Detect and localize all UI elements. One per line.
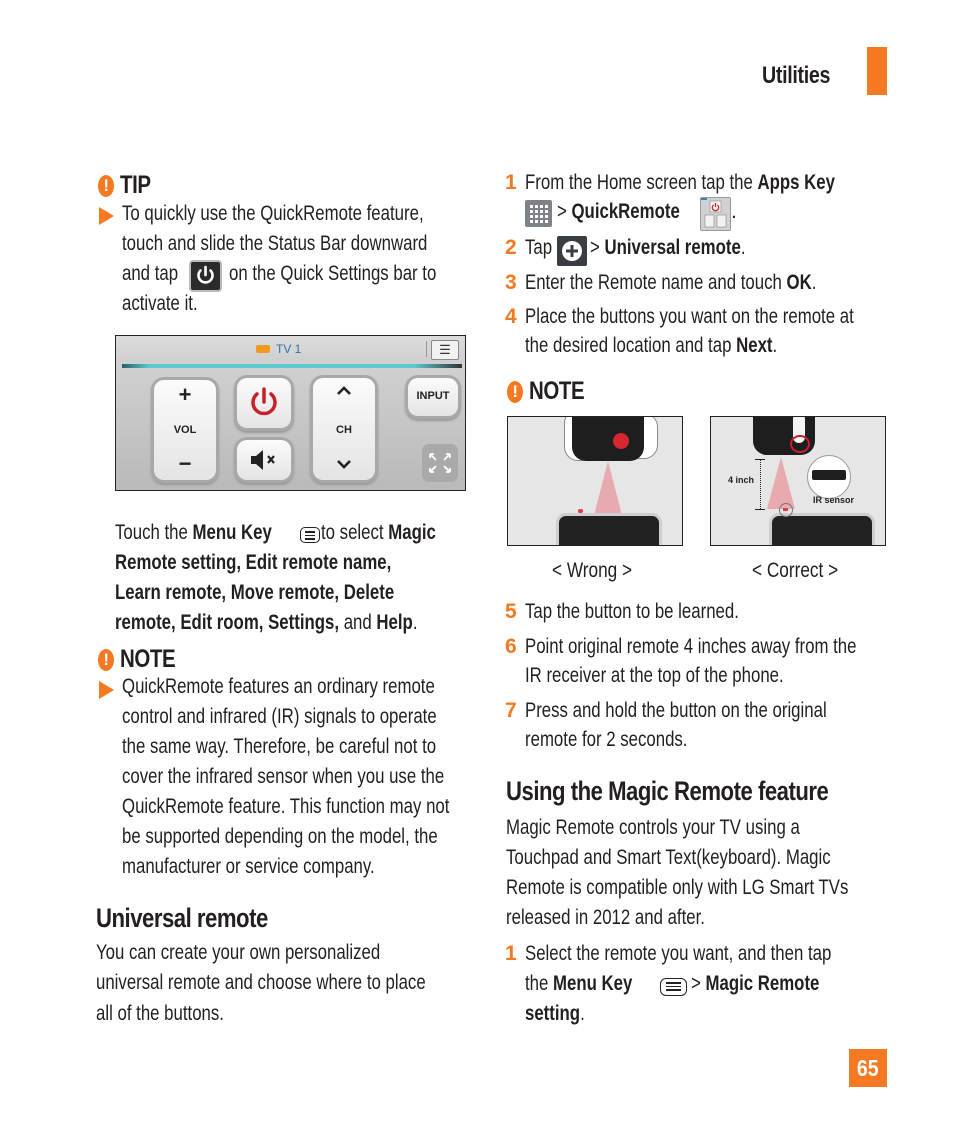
input-button: INPUT (408, 378, 458, 416)
tip-line-3: and tap (122, 262, 179, 285)
exclamation-icon: ! (98, 648, 114, 671)
exclamation-icon: ! (98, 174, 114, 197)
remote-power-button (790, 435, 810, 453)
step-1-line-2: > QuickRemote (557, 200, 680, 223)
volume-rocker: + VOL − (154, 380, 216, 480)
step-2-tap: Tap (525, 236, 553, 259)
note-line-3: the same way. Therefore, be careful not … (122, 735, 437, 758)
note-line-5: QuickRemote feature. This function may n… (122, 795, 450, 818)
wrong-caption: < Wrong > (552, 559, 633, 582)
fullscreen-icon (422, 444, 458, 482)
universal-line-2: universal remote and choose where to pla… (96, 971, 426, 994)
quickremote-power-icon (189, 260, 222, 292)
ir-beam (767, 457, 795, 509)
ir-sensor-dot (578, 509, 583, 513)
step-1-period: . (731, 200, 737, 223)
note-line-6: be supported depending on the model, the (122, 825, 438, 848)
room-label: TV 1 (276, 342, 302, 356)
magic-step-line-3: setting. (525, 1002, 585, 1025)
note-line-1: QuickRemote features an ordinary remote (122, 675, 435, 698)
step-4-line-2: the desired location and tap Next. (525, 334, 778, 357)
divider (426, 341, 427, 357)
sensor-zoom-circle (807, 455, 851, 499)
step-6-line-1: Point original remote 4 inches away from… (525, 635, 857, 658)
step-2-line: > Universal remote. (590, 236, 746, 259)
note-line-2: control and infrared (IR) signals to ope… (122, 705, 437, 728)
phone (556, 513, 662, 545)
step-number: 1 (505, 171, 517, 194)
note-callout-left: ! NOTE (98, 645, 187, 674)
bullet-triangle-icon (99, 207, 114, 225)
quickremote-app-icon (700, 197, 731, 231)
power-button (237, 378, 291, 428)
universal-line-3: all of the buttons. (96, 1002, 224, 1025)
step-3-line: Enter the Remote name and touch OK. (525, 271, 817, 294)
menu-text-line-4: remote, Edit room, Settings, and Help. (115, 611, 418, 634)
correct-caption: < Correct > (752, 559, 839, 582)
phone (769, 513, 875, 545)
magic-line-1: Magic Remote controls your TV using a (506, 816, 800, 839)
step-7-line-2: remote for 2 seconds. (525, 728, 688, 751)
step-number: 1 (505, 942, 517, 965)
note-callout-right: ! NOTE (507, 377, 596, 406)
step-number: 2 (505, 236, 517, 259)
menu-key-icon (300, 527, 320, 543)
channel-rocker: CH (313, 378, 375, 480)
ir-sensor-label: IR sensor (813, 495, 855, 505)
page-number: 65 (849, 1049, 887, 1087)
tip-line-2: touch and slide the Status Bar downward (122, 232, 428, 255)
mute-button (237, 440, 291, 480)
magic-line-2: Touchpad and Smart Text(keyboard). Magic (506, 846, 831, 869)
distance-line (760, 459, 761, 509)
menu-text-line-1b: to select Magic (321, 521, 436, 544)
step-4-line-1: Place the buttons you want on the remote… (525, 305, 854, 328)
remote-menu-button: ☰ (431, 340, 459, 360)
remote-accent-line (122, 364, 462, 368)
section-accent-bar (867, 47, 887, 95)
ir-sensor-dot (783, 508, 788, 511)
note-line-7: manufacturer or service company. (122, 855, 375, 878)
tip-callout: ! TIP (98, 171, 157, 200)
step-number: 5 (505, 600, 517, 623)
power-icon (251, 387, 277, 416)
menu-text-line-2: Remote setting, Edit remote name, (115, 551, 392, 574)
wrong-illustration (507, 416, 683, 546)
magic-line-4: released in 2012 and after. (506, 906, 705, 929)
correct-illustration: 4 inch IR sensor (710, 416, 886, 546)
menu-key-icon (660, 978, 687, 996)
sofa-icon (256, 345, 270, 353)
tip-line-4: activate it. (122, 292, 198, 315)
step-5-line: Tap the button to be learned. (525, 600, 739, 623)
step-number: 7 (505, 699, 517, 722)
remote-power-button (613, 433, 629, 449)
remote-control (572, 417, 644, 461)
tip-label: TIP (120, 171, 151, 199)
magic-step-line-2: the Menu Key (525, 972, 633, 995)
menu-text-line-3: Learn remote, Move remote, Delete (115, 581, 395, 604)
add-icon (557, 236, 587, 266)
universal-line-1: You can create your own personalized (96, 941, 381, 964)
section-title: Utilities (762, 62, 831, 89)
step-1-line-1: From the Home screen tap the Apps Key (525, 171, 835, 194)
step-number: 4 (505, 305, 517, 328)
note-line-4: cover the infrared sensor when you use t… (122, 765, 445, 788)
bullet-triangle-icon (99, 681, 114, 699)
universal-remote-heading: Universal remote (96, 903, 268, 933)
step-7-line-1: Press and hold the button on the origina… (525, 699, 827, 722)
step-6-line-2: IR receiver at the top of the phone. (525, 664, 784, 687)
mute-icon (251, 450, 275, 470)
menu-text-line-1: Touch the Menu Key (115, 521, 272, 544)
quickremote-screenshot: TV 1 ☰ + VOL − CH INPUT (115, 335, 466, 491)
tip-line-1: To quickly use the QuickRemote feature, (122, 202, 424, 225)
distance-label: 4 inch (728, 475, 755, 485)
step-number: 6 (505, 635, 517, 658)
magic-line-3: Remote is compatible only with LG Smart … (506, 876, 849, 899)
magic-step-line-2b: > Magic Remote (691, 972, 820, 995)
tip-line-3b: on the Quick Settings bar to (229, 262, 437, 285)
step-number: 3 (505, 271, 517, 294)
magic-remote-heading: Using the Magic Remote feature (506, 776, 829, 806)
exclamation-icon: ! (507, 380, 523, 403)
magic-step-line-1: Select the remote you want, and then tap (525, 942, 832, 965)
apps-key-icon (525, 200, 552, 227)
